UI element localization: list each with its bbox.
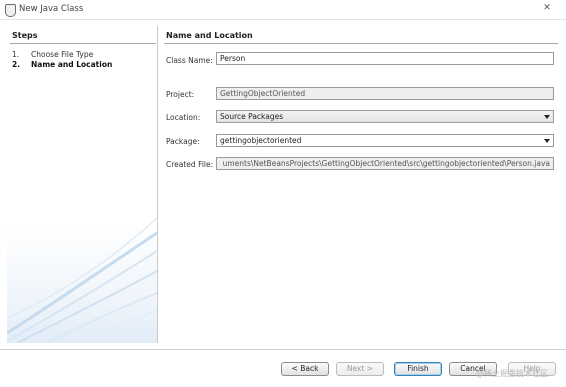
steps-list: 1. Choose File Type 2. Name and Location: [12, 50, 112, 70]
class-name-label: Class Name:: [166, 56, 213, 65]
footer-divider: [0, 349, 566, 350]
step-label: Name and Location: [31, 60, 113, 69]
step-number: 2.: [12, 60, 21, 69]
project-label: Project:: [166, 90, 195, 99]
dropdown-arrow-icon[interactable]: [544, 139, 550, 143]
step-item-name-and-location: 2. Name and Location: [12, 60, 112, 70]
section-divider: [164, 43, 558, 44]
project-field: GettingObjectOriented: [216, 87, 554, 100]
dropdown-arrow-icon[interactable]: [544, 115, 550, 119]
class-name-input[interactable]: [216, 52, 554, 65]
back-button[interactable]: < Back: [281, 362, 329, 376]
close-button[interactable]: ✕: [534, 2, 560, 15]
netbeans-cup-icon: [5, 4, 16, 17]
package-combobox[interactable]: gettingobjectoriented: [216, 134, 554, 147]
decorative-swoosh-icon: [7, 217, 157, 343]
created-file-label: Created File:: [166, 160, 214, 169]
new-java-class-dialog: New Java Class ✕ Steps 1. Choose File Typ…: [0, 0, 566, 387]
step-number: 1.: [12, 50, 20, 59]
package-value: gettingobjectoriented: [220, 136, 302, 145]
steps-panel: Steps 1. Choose File Type 2. Name and Loca…: [7, 26, 158, 343]
step-item-choose-file-type: 1. Choose File Type: [12, 50, 112, 60]
finish-button[interactable]: Finish: [394, 362, 442, 376]
next-button[interactable]: Next >: [336, 362, 384, 376]
step-label: Choose File Type: [31, 50, 94, 59]
name-and-location-panel: Name and Location Class Name: Project: G…: [161, 26, 561, 343]
location-dropdown[interactable]: Source Packages: [216, 110, 554, 123]
steps-title: Steps: [12, 31, 38, 40]
title-bar: New Java Class ✕: [0, 0, 566, 20]
watermark: @稀土掘金技术社区: [476, 369, 548, 378]
location-value: Source Packages: [220, 112, 284, 121]
location-label: Location:: [166, 113, 201, 122]
section-title: Name and Location: [166, 31, 253, 40]
package-label: Package:: [166, 137, 200, 146]
created-file-field: uments\NetBeansProjects\GettingObjectOri…: [216, 157, 554, 170]
steps-divider: [10, 43, 156, 44]
window-title: New Java Class: [19, 4, 84, 14]
